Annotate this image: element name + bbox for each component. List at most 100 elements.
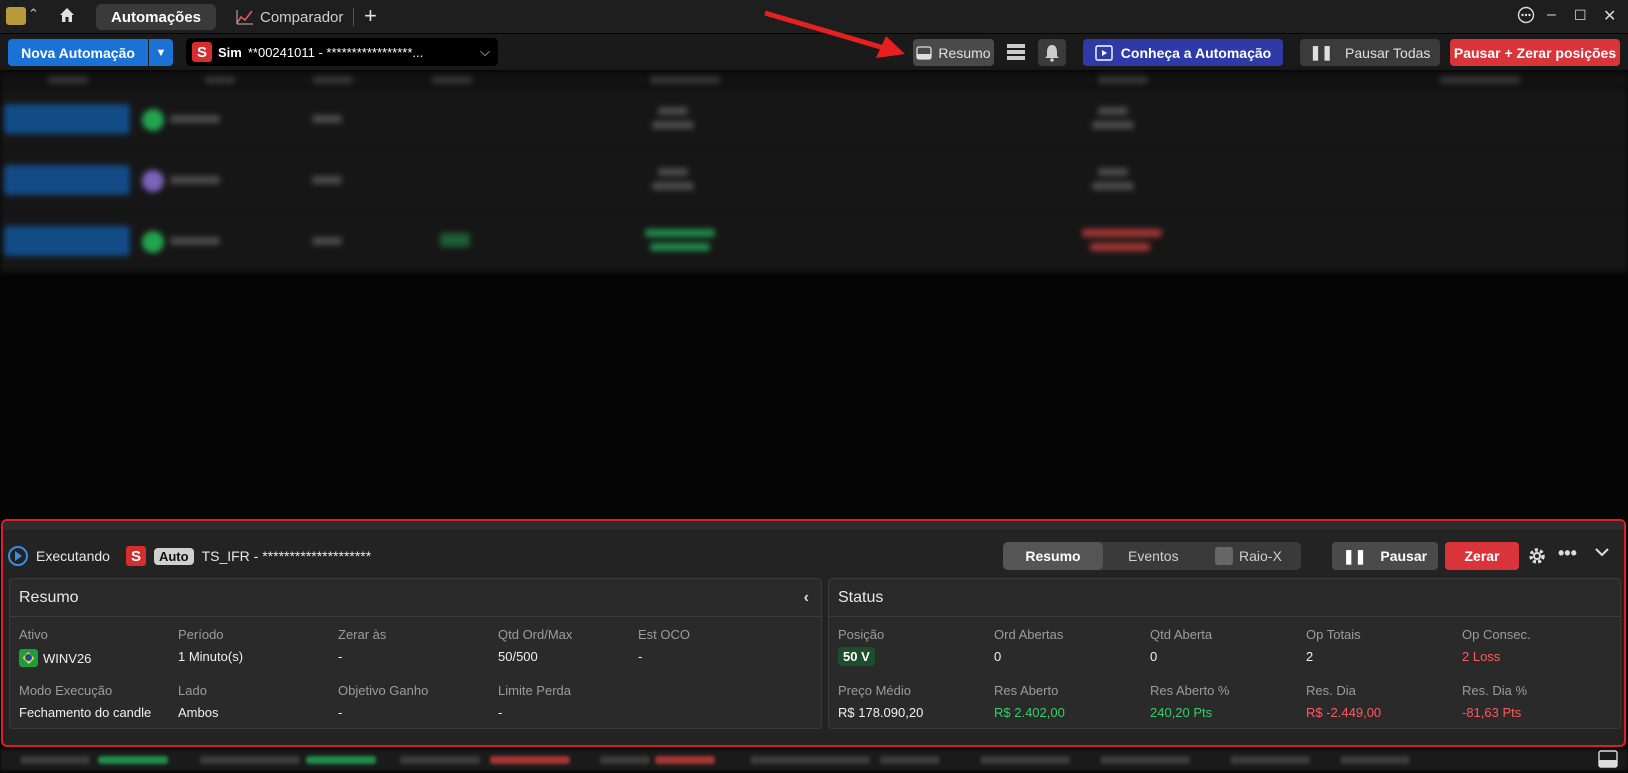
button-label: Pausar (1380, 548, 1428, 564)
xray-icon (1215, 547, 1233, 565)
more-icon[interactable] (1517, 6, 1535, 29)
app-logo-icon (6, 7, 26, 25)
divider (10, 616, 821, 617)
tab-label: Resumo (1025, 548, 1081, 564)
pause-all-button[interactable]: ❚❚ Pausar Todas (1300, 39, 1440, 66)
video-icon (1095, 44, 1113, 61)
field-label: Res. Dia (1306, 683, 1356, 698)
field-label: Ord Abertas (994, 627, 1064, 642)
account-selector[interactable]: S Sim **00241011 - *****************... … (186, 38, 498, 66)
field-label: Posição (838, 627, 885, 642)
divider (353, 8, 354, 26)
tab-label: Raio-X (1239, 548, 1282, 564)
brazil-flag-icon (19, 649, 38, 667)
tab-label: Eventos (1128, 548, 1179, 564)
field-label: Objetivo Ganho (338, 683, 429, 698)
account-value: **00241011 - *****************... (247, 44, 424, 60)
card-title: Resumo (19, 589, 79, 606)
pause-zero-positions-button[interactable]: Pausar + Zerar posições (1450, 39, 1620, 66)
field-label: Res Aberto (994, 683, 1059, 698)
chevron-down-icon: ⌵ (480, 44, 490, 59)
strategy-name: TS_IFR - ******************** (201, 548, 372, 564)
conheca-automacao-button[interactable]: Conheça a Automação (1083, 39, 1283, 66)
status-bar-blurred (0, 749, 1628, 771)
field-value: 2 (1306, 649, 1314, 664)
field-value: 2 Loss (1462, 649, 1501, 664)
tab-eventos[interactable]: Eventos (1128, 542, 1179, 570)
bell-icon[interactable] (1038, 39, 1066, 66)
grid-row[interactable] (0, 211, 1628, 272)
field-label: Zerar às (338, 627, 387, 642)
field-value: - (338, 649, 343, 664)
automations-grid-blurred (0, 72, 1628, 282)
pause-icon: ❚❚ (1309, 44, 1334, 60)
field-value: - (338, 705, 343, 720)
field-label: Modo Execução (19, 683, 113, 698)
tab-label: Comparador (260, 8, 344, 26)
layout-icon[interactable] (1006, 42, 1026, 67)
home-icon[interactable] (58, 6, 76, 29)
field-label: Est OCO (638, 627, 691, 642)
gear-icon[interactable] (1527, 546, 1547, 571)
maximize-icon[interactable]: ☐ (1574, 7, 1587, 24)
new-automation-button[interactable]: Nova Automação (8, 39, 148, 66)
close-icon[interactable]: ✕ (1603, 6, 1616, 26)
grid-header (0, 72, 1628, 88)
status-card: Status Posição 50 V Ord Abertas 0 Qtd Ab… (828, 578, 1621, 729)
field-value: 1 Minuto(s) (178, 649, 244, 664)
red-arrow-annotation (764, 10, 905, 58)
collapse-panel-icon[interactable] (1594, 545, 1610, 563)
ativo-value: WINV26 (43, 650, 92, 666)
button-label: Zerar (1464, 548, 1500, 564)
panel-header: Executando S Auto TS_IFR - *************… (8, 540, 371, 572)
position-value: 50 V (838, 647, 875, 666)
field-label: Op Totais (1306, 627, 1361, 642)
field-value: Fechamento do candle (19, 705, 152, 720)
button-label: Resumo (938, 44, 991, 61)
field-label: Período (178, 627, 224, 642)
more-options-icon[interactable]: ••• (1558, 543, 1577, 564)
field-value: 240,20 Pts (1150, 705, 1213, 720)
field-value: 0 (1150, 649, 1158, 664)
resumo-card: Resumo ‹ Ativo WINV26 Período 1 Minuto(s… (9, 578, 822, 729)
field-value: R$ -2.449,00 (1306, 705, 1382, 720)
divider (829, 616, 1620, 617)
add-tab-icon[interactable]: + (364, 3, 377, 29)
pause-icon: ❚❚ (1342, 547, 1367, 564)
chevron-left-icon[interactable]: ‹ (804, 589, 809, 607)
tab-resumo[interactable]: Resumo (1003, 542, 1103, 570)
position-badge: 50 V (838, 647, 875, 666)
tab-raio-x[interactable]: Raio-X (1215, 542, 1282, 570)
sim-badge: S (125, 546, 146, 566)
pause-button[interactable]: ❚❚ Pausar (1332, 542, 1438, 570)
tab-label: Automações (110, 8, 202, 26)
tab-comparador[interactable]: Comparador (236, 4, 343, 30)
button-label: Pausar Todas (1345, 44, 1431, 61)
field-value: - (638, 649, 643, 664)
field-label: Preço Médio (838, 683, 911, 698)
card-title: Status (838, 589, 884, 606)
grid-row[interactable] (0, 89, 1628, 150)
field-label: Res. Dia % (1462, 683, 1528, 698)
grid-row[interactable] (0, 150, 1628, 211)
button-label: Pausar + Zerar posições (1453, 44, 1617, 61)
field-label: Op Consec. (1462, 627, 1531, 642)
field-value: 0 (994, 649, 1002, 664)
account-mode: Sim (218, 44, 242, 60)
field-value: - (498, 705, 503, 720)
field-value: -81,63 Pts (1462, 705, 1522, 720)
panel-resize-bar[interactable] (4, 522, 1624, 530)
panel-toggle-icon[interactable] (1598, 750, 1618, 773)
chevron-up-icon[interactable]: ⌃ (28, 6, 39, 22)
new-automation-dropdown[interactable]: ▼ (149, 39, 173, 66)
chevron-down-icon: ▼ (155, 46, 167, 59)
zerar-button[interactable]: Zerar (1445, 542, 1519, 570)
resumo-toggle-button[interactable]: Resumo (913, 39, 994, 66)
field-value: R$ 2.402,00 (994, 705, 1065, 720)
panel-icon (916, 45, 933, 60)
field-label: Res Aberto % (1150, 683, 1230, 698)
minimize-icon[interactable]: – (1547, 6, 1556, 24)
sim-badge: S (192, 42, 212, 62)
tab-automacoes[interactable]: Automações (96, 4, 216, 30)
field-value: Ambos (178, 705, 219, 720)
